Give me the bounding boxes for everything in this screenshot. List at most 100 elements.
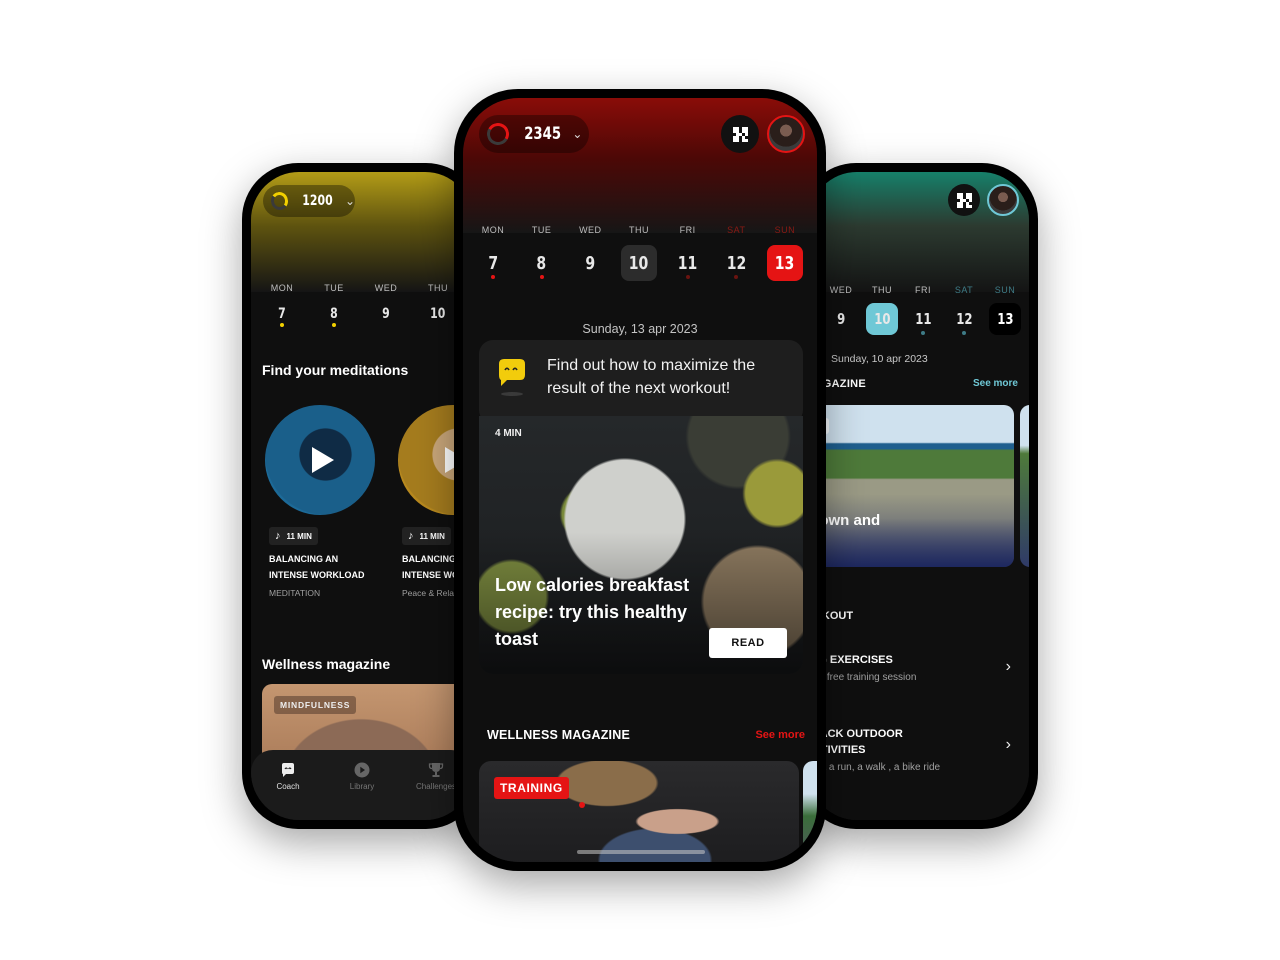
day-name: WED bbox=[374, 283, 398, 293]
meditation-thumbnail-1[interactable] bbox=[265, 405, 375, 515]
red-dot-decor bbox=[579, 802, 585, 808]
day-number-text: 8 bbox=[536, 252, 547, 274]
meditation-2-category: Peace & Relax bbox=[402, 588, 459, 598]
day-name: THU bbox=[872, 285, 892, 295]
day-mon[interactable]: MON 7 bbox=[475, 225, 511, 279]
play-icon bbox=[312, 447, 334, 473]
day-tue[interactable]: TUE 8 bbox=[524, 225, 560, 279]
day-number-text: 9 bbox=[836, 310, 846, 328]
activity-dot bbox=[1003, 331, 1007, 335]
day-name: SAT bbox=[954, 285, 974, 295]
day-number-text: 11 bbox=[914, 310, 932, 328]
day-sun[interactable]: SUN 13 bbox=[766, 225, 803, 281]
tab-label: Coach bbox=[276, 782, 300, 791]
duration-text: 11 MIN bbox=[286, 531, 312, 541]
activity-dot bbox=[539, 275, 544, 279]
tab-library[interactable]: Library bbox=[332, 762, 392, 820]
right-week-strip: WED 9 THU 10 FRI 11 SAT 12 SUN 13 bbox=[825, 285, 1021, 335]
activity-dot bbox=[436, 323, 440, 327]
bottom-tab-bar: Coach Library Challenges bbox=[251, 750, 473, 820]
trophy-icon bbox=[428, 763, 444, 777]
activity-dot bbox=[962, 331, 966, 335]
right-qr-button[interactable] bbox=[948, 184, 980, 216]
center-points-value: 2345 bbox=[524, 124, 562, 144]
home-indicator[interactable] bbox=[577, 850, 705, 854]
activity-dot bbox=[384, 323, 388, 327]
activity-dot bbox=[880, 331, 884, 335]
right-date-label: Sunday, 10 apr 2023 bbox=[831, 353, 928, 365]
day-mon[interactable]: MON 7 bbox=[269, 283, 295, 327]
activity-dot bbox=[491, 275, 495, 279]
activity-dot bbox=[280, 323, 284, 327]
mindfulness-tag: MINDFULNESS bbox=[274, 696, 357, 714]
center-points-pill[interactable]: 2345 ⌄ bbox=[479, 115, 589, 153]
activity-dot bbox=[685, 275, 690, 279]
day-tue[interactable]: TUE 8 bbox=[321, 283, 347, 327]
day-thu[interactable]: THU 10 bbox=[620, 225, 657, 281]
day-name: SUN bbox=[994, 285, 1016, 295]
activity-dot bbox=[332, 323, 336, 327]
day-name: WED bbox=[829, 285, 853, 295]
day-fri[interactable]: FRI 11 bbox=[670, 225, 706, 279]
day-thu[interactable]: THU 10 bbox=[866, 285, 898, 335]
day-number-text: 13 bbox=[996, 310, 1014, 328]
day-sun[interactable]: SUN 13 bbox=[989, 285, 1021, 335]
meditation-1-duration: ♪ 11 MIN bbox=[269, 527, 318, 545]
center-see-more-link[interactable]: See more bbox=[755, 729, 805, 741]
right-profile-avatar[interactable] bbox=[987, 184, 1019, 216]
left-screen: 1200 ⌄ MON7TUE8WED9THU10FRI11 Find your … bbox=[251, 172, 473, 820]
duration-text: 11 MIN bbox=[419, 531, 445, 541]
day-thu[interactable]: THU 10 bbox=[425, 283, 451, 327]
meditation-1-title-line2: INTENSE WORKLOAD bbox=[269, 570, 365, 580]
center-profile-avatar[interactable] bbox=[767, 115, 805, 153]
meditation-1-title-line1: BALANCING AN bbox=[269, 554, 339, 564]
day-number-text: 12 bbox=[955, 310, 973, 328]
recipe-card[interactable]: 4 MIN Low calories breakfast recipe: try… bbox=[479, 416, 803, 674]
left-points-value: 1200 bbox=[302, 193, 333, 209]
center-qr-button[interactable] bbox=[721, 115, 759, 153]
tab-label: Library bbox=[349, 782, 375, 791]
coach-tip-card[interactable]: Find out how to maximize the result of t… bbox=[479, 340, 803, 424]
day-name: MON bbox=[270, 283, 294, 293]
right-magazine-card[interactable]: FITNESS Slow down and listen bbox=[809, 405, 1014, 567]
activity-dot bbox=[839, 331, 843, 335]
list-item-log-exercises[interactable]: LOG EXERCISES Start free training sessio… bbox=[809, 652, 1029, 683]
item-title: LOG EXERCISES bbox=[809, 654, 893, 666]
right-see-more-link[interactable]: See more bbox=[973, 378, 1018, 389]
tab-coach[interactable]: Coach bbox=[258, 762, 318, 820]
list-item-track-outdoor[interactable]: TRACK OUTDOOR ACTIVITIES Start a run, a … bbox=[809, 726, 1029, 773]
wellness-magazine-title: Wellness magazine bbox=[262, 656, 391, 672]
day-name: FRI bbox=[679, 225, 696, 235]
center-screen: 2345 ⌄ MON 7 TUE 8 WED 9 THU 10 FRI 11 SAT 12 SUN 13 … bbox=[463, 98, 817, 862]
day-name: TUE bbox=[324, 283, 344, 293]
day-fri[interactable]: FRI 11 bbox=[907, 285, 939, 335]
day-name: TUE bbox=[531, 225, 552, 235]
day-number-text: 7 bbox=[488, 252, 498, 274]
activity-dot bbox=[783, 275, 787, 279]
day-number-text: 10 bbox=[629, 252, 649, 274]
day-wed[interactable]: WED 9 bbox=[825, 285, 857, 335]
left-points-progress-ring bbox=[269, 190, 290, 212]
meditations-title: Find your meditations bbox=[262, 362, 409, 378]
day-wed[interactable]: WED 9 bbox=[572, 225, 608, 279]
day-sat[interactable]: SAT 12 bbox=[948, 285, 980, 335]
day-number-text: 10 bbox=[873, 310, 891, 328]
center-week-strip: MON 7 TUE 8 WED 9 THU 10 FRI 11 SAT 12 SUN 13 bbox=[475, 225, 803, 281]
left-points-pill[interactable]: 1200 ⌄ bbox=[263, 185, 355, 217]
coach-tip-text: Find out how to maximize the result of t… bbox=[547, 357, 756, 397]
day-name: THU bbox=[628, 225, 649, 235]
qr-code-icon bbox=[732, 126, 748, 142]
read-button[interactable]: READ bbox=[709, 628, 787, 658]
day-number-text: 9 bbox=[382, 306, 390, 322]
day-sat[interactable]: SAT 12 bbox=[718, 225, 754, 279]
chevron-right-icon: › bbox=[1005, 658, 1011, 675]
next-training-card-peek[interactable] bbox=[803, 761, 817, 862]
day-number-text: 7 bbox=[278, 306, 286, 322]
day-wed[interactable]: WED 9 bbox=[373, 283, 399, 327]
chevron-down-icon: ⌄ bbox=[344, 194, 355, 208]
music-note-icon: ♪ bbox=[408, 530, 414, 542]
day-name: THU bbox=[428, 283, 448, 293]
next-magazine-card-peek[interactable] bbox=[1020, 405, 1029, 567]
center-date-label: Sunday, 13 apr 2023 bbox=[582, 322, 698, 336]
training-magazine-card[interactable]: TRAINING bbox=[479, 761, 799, 862]
